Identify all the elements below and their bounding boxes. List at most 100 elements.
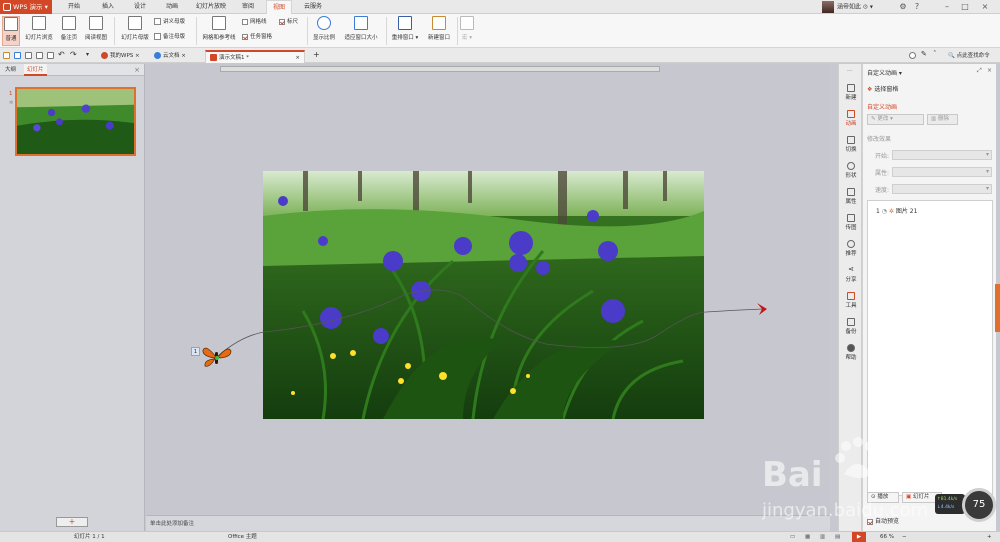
animation-order-badge[interactable]: 1 — [191, 347, 200, 356]
sidebar-recommend[interactable]: 推荐 — [839, 240, 863, 257]
sidebar-upload-image[interactable]: 传图 — [839, 214, 863, 231]
transition-icon — [847, 136, 855, 144]
avatar — [822, 1, 834, 13]
list-item[interactable]: 1 ◔ ✲ 图片 21 — [876, 206, 917, 215]
play-button[interactable]: ⊙ 播放 — [867, 492, 899, 503]
sidebar-backup[interactable]: 备份 — [839, 318, 863, 335]
properties-icon — [847, 188, 855, 196]
change-effect-button[interactable]: ✎ 更改 ▾ — [867, 114, 924, 125]
lightbulb-icon — [847, 240, 855, 248]
tab-slides[interactable]: 幻灯片 — [24, 64, 47, 76]
ribbon-divider — [114, 17, 115, 45]
play-slideshow-icon[interactable]: ▶ — [852, 532, 866, 542]
gridlines-checkbox[interactable]: 网格线 — [242, 17, 267, 27]
close-icon[interactable]: × — [978, 0, 992, 14]
grid-guides-button[interactable]: 网格和参考线 — [199, 16, 239, 41]
preview-icon[interactable] — [47, 52, 54, 59]
slideshow-icon: ▣ — [906, 494, 912, 500]
find-command-box[interactable]: 🔍 点此查找命令 — [948, 51, 990, 59]
sidebar-new[interactable]: 新建 — [839, 84, 863, 101]
sidebar-shapes[interactable]: 形状 — [839, 162, 863, 179]
speed-ball-widget[interactable]: 75 — [962, 488, 996, 522]
sorter-view-status-icon[interactable]: ▦ — [805, 532, 810, 542]
tab-my-wps[interactable]: 我的WPS × — [97, 50, 144, 63]
menu-tab-home[interactable]: 开始 — [62, 0, 86, 14]
select-pane-link[interactable]: ❖ 选择窗格 — [867, 84, 898, 93]
pane-expand-icon[interactable]: ⤢ — [977, 67, 982, 75]
tab-presentation-1[interactable]: 演示文稿1 * × — [205, 50, 305, 63]
ruler-checkbox[interactable]: 标尺 — [279, 17, 298, 27]
arrange-window-button[interactable]: 重排窗口 ▾ — [389, 16, 421, 41]
zoom-level[interactable]: 66 % — [880, 532, 894, 542]
help-icon[interactable]: ? — [910, 0, 924, 14]
menu-tab-view[interactable]: 视图 — [266, 0, 293, 14]
collapse-ribbon-icon[interactable]: ˆ — [933, 51, 940, 59]
sidebar-help[interactable]: 帮助 — [839, 344, 863, 361]
quick-access-dropdown-icon[interactable]: ▾ — [86, 52, 93, 59]
normal-view-button[interactable]: 普通 — [2, 16, 20, 46]
wrench-icon[interactable]: ✎ — [921, 51, 928, 59]
notes-area[interactable]: 单击此处添加备注 — [146, 515, 830, 531]
slide-thumbnail[interactable] — [15, 87, 136, 156]
notes-view-status-icon[interactable]: ▤ — [835, 532, 840, 542]
property-label: 属性: — [875, 170, 890, 177]
side-panel-handle[interactable] — [995, 284, 1000, 332]
remove-effect-button[interactable]: ▥ 删除 — [927, 114, 958, 125]
reading-view-button[interactable]: 阅读视图 — [82, 16, 110, 41]
task-pane-checkbox[interactable]: 任务窗格 — [242, 32, 272, 42]
menu-tab-insert[interactable]: 插入 — [96, 0, 120, 14]
save-icon[interactable] — [14, 52, 21, 59]
menu-tab-design[interactable]: 设计 — [128, 0, 152, 14]
pin-icon[interactable] — [909, 52, 916, 59]
sidebar-transition[interactable]: 切换 — [839, 136, 863, 153]
menu-tab-slideshow[interactable]: 幻灯片放映 — [190, 0, 232, 14]
notes-page-button[interactable]: 备注页 — [58, 16, 80, 41]
slide-master-button[interactable]: 幻灯片母版 — [118, 16, 152, 41]
export-pdf-icon[interactable] — [25, 52, 32, 59]
close-panel-icon[interactable]: × — [134, 64, 140, 76]
butterfly-icon[interactable] — [202, 344, 232, 370]
sidebar-tools[interactable]: 工具 — [839, 292, 863, 309]
property-select[interactable] — [892, 167, 992, 177]
add-slide-button[interactable]: + — [56, 517, 88, 527]
macro-button[interactable]: 宏 ▾ — [459, 16, 475, 41]
speed-select[interactable] — [892, 184, 992, 194]
zoom-out-icon[interactable]: − — [902, 532, 907, 542]
redo-icon[interactable]: ↷ — [70, 51, 77, 59]
more-icon[interactable]: ··· — [847, 68, 853, 75]
skin-icon[interactable]: ⚙ — [896, 0, 910, 14]
zoom-in-icon[interactable]: + — [987, 532, 992, 542]
app-menu-button[interactable]: WPS 演示 ▾ — [0, 0, 52, 14]
notes-master-button[interactable]: 备注母版 — [154, 32, 185, 42]
tab-outline[interactable]: 大纲 — [2, 64, 19, 76]
handout-master-button[interactable]: 讲义母版 — [154, 17, 185, 27]
iris-photo[interactable] — [263, 171, 704, 419]
pane-close-icon[interactable]: × — [987, 67, 992, 74]
close-tab-icon[interactable]: × — [295, 52, 300, 64]
open-icon[interactable] — [3, 52, 10, 59]
fit-window-button[interactable]: 适应窗口大小 — [340, 16, 382, 41]
menu-tab-cloud[interactable]: 云服务 — [298, 0, 328, 14]
start-select[interactable] — [892, 150, 992, 160]
slide-1[interactable] — [263, 171, 704, 419]
network-speed-widget: ↑81.4k/s ↓4.4k/s — [935, 494, 965, 514]
zoom-button[interactable]: 显示比例 — [310, 16, 338, 41]
normal-view-status-icon[interactable]: ▭ — [790, 532, 795, 542]
maximize-icon[interactable]: □ — [958, 0, 972, 14]
sidebar-animation[interactable]: 动画 — [839, 110, 863, 127]
sidebar-properties[interactable]: 属性 — [839, 188, 863, 205]
pane-title-dropdown[interactable]: 自定义动画 ▾ — [867, 68, 902, 77]
user-account[interactable]: 涵帝如此 ⊙ ▾ — [822, 1, 873, 13]
new-window-button[interactable]: 新建窗口 — [424, 16, 454, 41]
menu-tab-review[interactable]: 审阅 — [236, 0, 260, 14]
slide-sorter-button[interactable]: 幻灯片浏览 — [22, 16, 56, 41]
tab-cloud-docs[interactable]: 云文档 × — [150, 50, 190, 63]
reading-view-status-icon[interactable]: ▥ — [820, 532, 825, 542]
sidebar-share[interactable]: ⋖ 分享 — [839, 266, 863, 284]
undo-icon[interactable]: ↶ — [58, 51, 65, 59]
new-tab-button[interactable]: + — [309, 50, 324, 63]
menu-tab-animation[interactable]: 动画 — [160, 0, 184, 14]
print-icon[interactable] — [36, 52, 43, 59]
autopreview-checkbox[interactable]: 自动预览 — [867, 516, 899, 525]
minimize-icon[interactable]: – — [940, 0, 954, 14]
